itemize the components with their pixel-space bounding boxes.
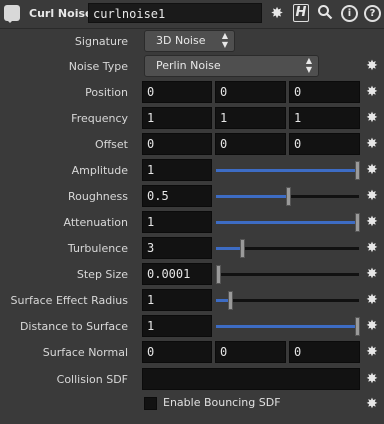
surface-normal-y-field[interactable]: 0: [215, 341, 286, 363]
step-size-field[interactable]: 0.0001: [142, 263, 212, 285]
surface-effect-radius-field[interactable]: 1: [142, 289, 212, 311]
distance-to-surface-field[interactable]: 1: [142, 315, 212, 337]
slider-handle[interactable]: [240, 239, 245, 258]
gear-icon[interactable]: ✸: [365, 215, 379, 229]
gear-icon[interactable]: ✸: [365, 397, 379, 411]
frequency-y-field[interactable]: 1: [215, 107, 286, 129]
attenuation-label: Attenuation: [63, 216, 128, 229]
collision-sdf-label: Collision SDF: [56, 373, 128, 386]
gear-icon[interactable]: ✸: [365, 293, 379, 307]
parameter-header: Curl Noise curlnoise1 ✸ H i ?: [0, 0, 384, 29]
gear-icon[interactable]: ✸: [365, 267, 379, 281]
info-icon[interactable]: i: [341, 5, 358, 22]
amplitude-label: Amplitude: [71, 164, 128, 177]
search-icon[interactable]: [316, 4, 334, 22]
help-icon[interactable]: ?: [364, 5, 381, 22]
param-row-attenuation: Attenuation 1 ✸: [0, 210, 384, 236]
gear-icon[interactable]: ✸: [365, 372, 379, 386]
signature-dropdown[interactable]: 3D Noise ▲ ▼: [144, 30, 235, 52]
surface-effect-radius-slider[interactable]: [216, 291, 359, 310]
noise-type-value: Perlin Noise: [156, 59, 221, 72]
param-row-position: Position 0 0 0 ✸: [0, 80, 384, 106]
slider-handle[interactable]: [355, 213, 360, 232]
param-row-collision-sdf: Collision SDF ✸: [0, 367, 384, 393]
gear-icon[interactable]: ✸: [365, 85, 379, 99]
param-row-frequency: Frequency 1 1 1 ✸: [0, 106, 384, 132]
step-size-slider[interactable]: [216, 265, 359, 284]
enable-bouncing-sdf-label: Enable Bouncing SDF: [163, 396, 281, 409]
amplitude-field[interactable]: 1: [142, 159, 212, 181]
offset-z-field[interactable]: 0: [289, 133, 360, 155]
distance-to-surface-label: Distance to Surface: [19, 320, 128, 333]
surface-normal-label: Surface Normal: [42, 346, 128, 359]
gear-icon[interactable]: ✸: [365, 189, 379, 203]
amplitude-slider[interactable]: [216, 161, 360, 180]
slider-fill: [216, 169, 359, 172]
updown-arrows-icon: ▲ ▼: [305, 56, 312, 74]
frequency-z-field[interactable]: 1: [289, 107, 360, 129]
enable-bouncing-sdf-checkbox[interactable]: [144, 397, 157, 410]
offset-y-field[interactable]: 0: [215, 133, 286, 155]
slider-handle[interactable]: [286, 187, 291, 206]
turbulence-field[interactable]: 3: [142, 237, 212, 259]
distance-to-surface-slider[interactable]: [216, 317, 360, 336]
roughness-field[interactable]: 0.5: [142, 185, 212, 207]
gear-icon[interactable]: ✸: [365, 137, 379, 151]
param-row-noise-type: Noise Type Perlin Noise ▲ ▼ ✸: [0, 54, 384, 80]
slider-handle[interactable]: [228, 291, 233, 310]
noise-type-dropdown[interactable]: Perlin Noise ▲ ▼: [144, 55, 319, 77]
param-row-surface-effect-radius: Surface Effect Radius 1 ✸: [0, 288, 384, 314]
position-z-field[interactable]: 0: [289, 81, 360, 103]
roughness-slider[interactable]: [216, 187, 359, 206]
param-row-surface-normal: Surface Normal 0 0 0 ✸: [0, 340, 384, 366]
param-row-distance-to-surface: Distance to Surface 1 ✸: [0, 314, 384, 340]
gear-icon[interactable]: ✸: [365, 319, 379, 333]
offset-label: Offset: [94, 138, 128, 151]
slider-handle[interactable]: [355, 317, 360, 336]
gear-icon[interactable]: ✸: [365, 111, 379, 125]
h-icon[interactable]: H: [293, 4, 309, 22]
gear-icon[interactable]: ✸: [365, 59, 379, 73]
slider-handle[interactable]: [216, 265, 221, 284]
position-label: Position: [85, 86, 128, 99]
offset-x-field[interactable]: 0: [142, 133, 212, 155]
gear-icon[interactable]: ✸: [268, 4, 286, 22]
updown-arrows-icon: ▲ ▼: [221, 31, 228, 49]
signature-value: 3D Noise: [156, 34, 206, 47]
node-name-field[interactable]: curlnoise1: [88, 3, 262, 23]
param-row-step-size: Step Size 0.0001 ✸: [0, 262, 384, 288]
attenuation-field[interactable]: 1: [142, 211, 212, 233]
param-row-enable-bouncing-sdf: Enable Bouncing SDF ✸: [0, 392, 384, 418]
collision-sdf-field[interactable]: [142, 368, 360, 390]
gear-icon[interactable]: ✸: [365, 345, 379, 359]
surface-normal-x-field[interactable]: 0: [142, 341, 212, 363]
slider-fill: [216, 325, 359, 328]
param-row-signature: Signature 3D Noise ▲ ▼: [0, 29, 384, 55]
surface-effect-radius-label: Surface Effect Radius: [10, 294, 128, 307]
position-x-field[interactable]: 0: [142, 81, 212, 103]
frequency-label: Frequency: [71, 112, 128, 125]
turbulence-label: Turbulence: [67, 242, 128, 255]
slider-handle[interactable]: [355, 161, 360, 180]
gear-icon[interactable]: ✸: [365, 241, 379, 255]
param-row-roughness: Roughness 0.5 ✸: [0, 184, 384, 210]
node-type-icon[interactable]: [4, 5, 20, 23]
turbulence-slider[interactable]: [216, 239, 359, 258]
node-type-label: Curl Noise: [29, 7, 93, 20]
position-y-field[interactable]: 0: [215, 81, 286, 103]
noise-type-label: Noise Type: [68, 60, 128, 73]
param-row-offset: Offset 0 0 0 ✸: [0, 132, 384, 158]
surface-normal-z-field[interactable]: 0: [289, 341, 360, 363]
slider-fill: [216, 195, 288, 198]
signature-label: Signature: [74, 35, 128, 48]
slider-fill: [216, 221, 359, 224]
roughness-label: Roughness: [67, 190, 128, 203]
gear-icon[interactable]: ✸: [365, 163, 379, 177]
frequency-x-field[interactable]: 1: [142, 107, 212, 129]
step-size-label: Step Size: [76, 268, 128, 281]
param-row-amplitude: Amplitude 1 ✸: [0, 158, 384, 184]
attenuation-slider[interactable]: [216, 213, 360, 232]
slider-fill: [216, 247, 242, 250]
param-row-turbulence: Turbulence 3 ✸: [0, 236, 384, 262]
